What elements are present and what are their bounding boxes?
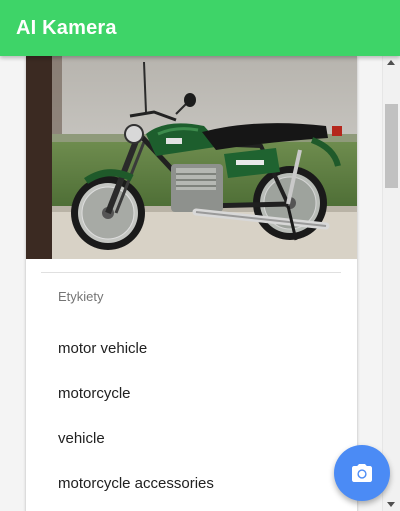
app-bar: AI Kamera bbox=[0, 0, 400, 56]
app-title: AI Kamera bbox=[16, 17, 117, 39]
scrollbar-thumb[interactable] bbox=[385, 104, 398, 188]
camera-button[interactable] bbox=[334, 445, 390, 501]
label-item: motorcycle bbox=[58, 385, 131, 402]
content-area: Etykiety motor vehicle motorcycle vehicl… bbox=[0, 56, 383, 511]
labels-heading: Etykiety bbox=[58, 289, 104, 304]
scroll-up-arrow-icon[interactable] bbox=[387, 60, 395, 65]
scroll-down-arrow-icon[interactable] bbox=[387, 502, 395, 507]
label-item: motorcycle accessories bbox=[58, 475, 214, 492]
result-card: Etykiety motor vehicle motorcycle vehicl… bbox=[26, 56, 357, 511]
camera-icon bbox=[352, 464, 372, 482]
vertical-scrollbar[interactable] bbox=[382, 56, 400, 511]
label-item: vehicle bbox=[58, 430, 105, 447]
label-item: motor vehicle bbox=[58, 340, 148, 357]
card-divider bbox=[41, 272, 341, 273]
motorcycle-photo bbox=[26, 56, 357, 259]
labels-list: motor vehicle motorcycle vehicle motorcy… bbox=[26, 326, 357, 506]
